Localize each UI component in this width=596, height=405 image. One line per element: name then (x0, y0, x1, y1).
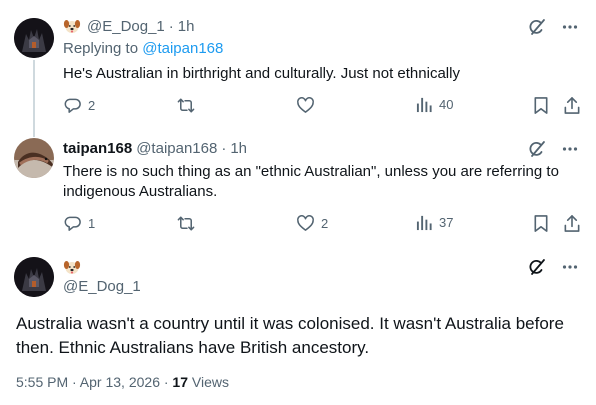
avatar-e-dog[interactable] (14, 257, 54, 297)
retweet-icon (176, 96, 196, 115)
tweet-top-icons (528, 18, 578, 36)
separator-dot: · (168, 17, 174, 35)
tweet-actions: 2 40 (63, 96, 585, 116)
views-button[interactable]: 40 (416, 96, 453, 113)
views-button[interactable]: 37 (416, 214, 453, 231)
author-handle[interactable]: @taipan168 (136, 140, 217, 157)
author-handle[interactable]: @E_Dog_1 (87, 18, 165, 35)
more-dots-icon[interactable] (562, 141, 578, 157)
more-dots-icon[interactable] (562, 19, 578, 35)
replying-to-handle[interactable]: @taipan168 (142, 40, 223, 57)
tweet-header: taipan168 @taipan168 · 1h (63, 140, 247, 157)
like-button[interactable] (296, 96, 321, 115)
tweet-actions: 1 2 37 (63, 214, 585, 234)
avatar-taipan[interactable] (14, 138, 54, 178)
retweet-button[interactable] (176, 214, 202, 233)
more-dots-icon[interactable] (562, 259, 578, 275)
tweet-text: There is no such thing as an "ethnic Aus… (63, 163, 559, 200)
tweet-meta: 5:55 PM · Apr 13, 2026 · 17 Views (16, 374, 229, 390)
reply-icon (63, 96, 82, 115)
share-icon (563, 214, 581, 233)
views-count: 37 (439, 215, 454, 230)
tweet-text: He's Australian in birthright and cultur… (63, 65, 460, 82)
replying-to-label: Replying to (63, 40, 143, 57)
main-tweet-text: Australia wasn't a country until it was … (16, 314, 564, 357)
like-button[interactable]: 2 (296, 214, 328, 233)
tweet-top-icons (528, 258, 578, 276)
tweet-2[interactable]: taipan168 @taipan168 · 1h There is no su… (0, 122, 596, 247)
tweet-header: @E_Dog_1 · 1h (63, 17, 194, 35)
grok-slash-icon[interactable] (528, 258, 546, 276)
author-name[interactable]: taipan168 (63, 140, 132, 157)
heart-icon (296, 214, 315, 233)
tweet-time[interactable]: 1h (230, 140, 247, 157)
separator-dot: · (221, 140, 227, 157)
dog-emoji-icon (63, 17, 81, 35)
bookmark-button[interactable] (533, 214, 549, 233)
views-count: 17 (172, 374, 188, 390)
bookmark-button[interactable] (533, 96, 549, 115)
tweet-timestamp[interactable]: 5:55 PM · Apr 13, 2026 · (16, 374, 172, 390)
grok-slash-icon[interactable] (528, 18, 546, 36)
heart-icon (296, 96, 315, 115)
reply-button[interactable]: 1 (63, 214, 95, 233)
reply-count: 2 (88, 98, 96, 113)
like-count: 2 (321, 216, 329, 231)
retweet-icon (176, 214, 196, 233)
reply-icon (63, 214, 82, 233)
share-icon (563, 96, 581, 115)
main-tweet: @E_Dog_1 Australia wasn't a country unti… (0, 247, 596, 405)
bookmark-icon (533, 96, 549, 115)
views-bars-icon (416, 214, 433, 231)
tweet-1[interactable]: @E_Dog_1 · 1h Replying to @taipan168 He'… (0, 0, 596, 122)
views-bars-icon (416, 96, 433, 113)
dog-emoji-icon (63, 258, 81, 276)
reply-button[interactable]: 2 (63, 96, 95, 115)
thread-line (33, 60, 35, 122)
replying-to: Replying to @taipan168 (63, 40, 223, 57)
retweet-button[interactable] (176, 96, 202, 115)
thread-line (33, 122, 35, 137)
avatar-e-dog[interactable] (14, 18, 54, 58)
author-handle[interactable]: @E_Dog_1 (63, 278, 141, 295)
bookmark-icon (533, 214, 549, 233)
share-button[interactable] (563, 214, 581, 233)
tweet-time[interactable]: 1h (178, 18, 195, 35)
views-count: 40 (439, 97, 454, 112)
share-button[interactable] (563, 96, 581, 115)
grok-slash-icon[interactable] (528, 140, 546, 158)
tweet-top-icons (528, 140, 578, 158)
views-label: Views (188, 374, 229, 390)
reply-count: 1 (88, 216, 96, 231)
